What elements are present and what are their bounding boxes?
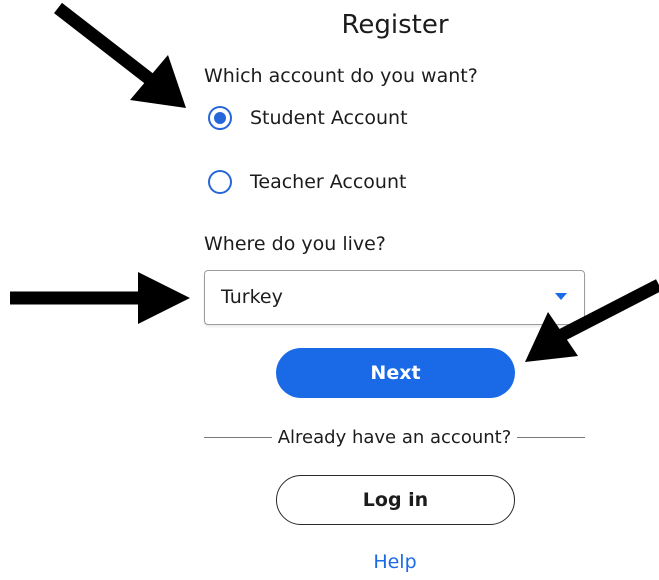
country-question: Where do you live? [204,233,386,255]
caret-down-icon [555,293,567,300]
login-divider: Already have an account? [204,425,586,449]
divider-line-left [204,436,272,438]
divider-line-right [517,436,586,438]
teacher-account-radio[interactable] [208,170,232,194]
radio-selected-dot [214,112,226,124]
arrow-icon [10,272,190,324]
login-button[interactable]: Log in [276,475,515,525]
teacher-account-option[interactable]: Teacher Account [208,169,406,195]
page-title: Register [341,10,449,40]
student-account-option[interactable]: Student Account [208,105,408,131]
next-button[interactable]: Next [276,348,515,398]
already-have-account-text: Already have an account? [277,426,512,448]
teacher-account-label[interactable]: Teacher Account [250,171,406,193]
country-select[interactable]: Turkey [204,270,585,325]
register-page: Register Which account do you want? Stud… [0,0,659,580]
student-account-radio[interactable] [208,106,232,130]
help-link[interactable]: Help [0,551,659,573]
student-account-label[interactable]: Student Account [250,107,408,129]
account-type-question: Which account do you want? [204,65,478,87]
country-select-value: Turkey [221,286,283,308]
